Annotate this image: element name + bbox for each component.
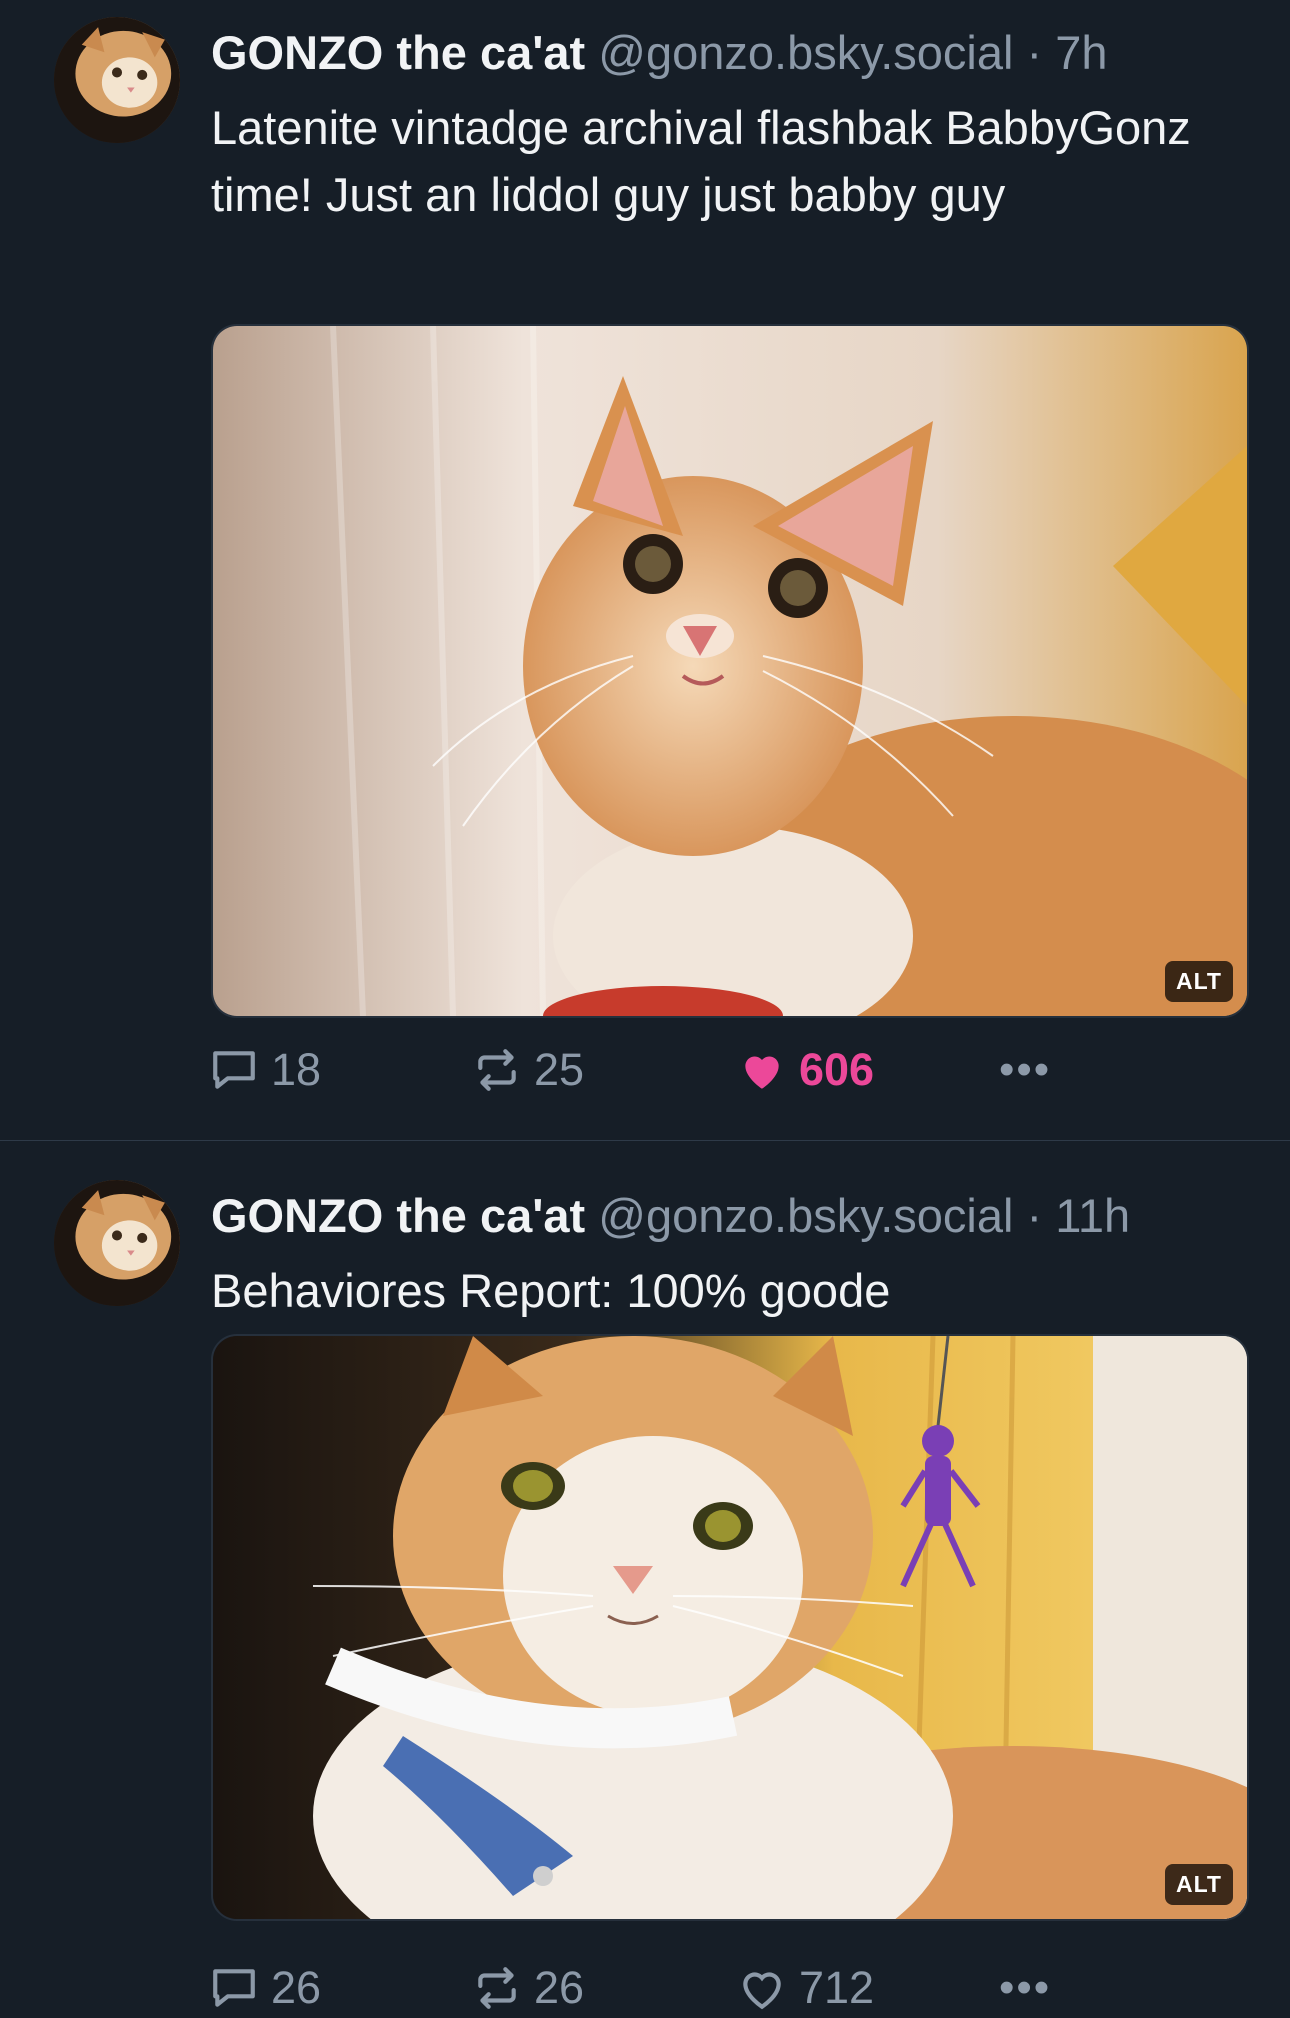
timestamp[interactable]: 11h bbox=[1055, 1189, 1130, 1242]
post-text: Latenite vintadge archival flashbak Babb… bbox=[211, 101, 1191, 221]
more-dots-icon: ••• bbox=[999, 1963, 1052, 2012]
alt-text-badge[interactable]: ALT bbox=[1164, 961, 1233, 1002]
avatar[interactable] bbox=[54, 1180, 180, 1306]
handle[interactable]: @gonzo.bsky.social bbox=[598, 1189, 1013, 1242]
like-button[interactable]: 606 bbox=[737, 1040, 874, 1100]
post-text: Behaviores Report: 100% goode bbox=[211, 1264, 891, 1317]
post-actions: 18 25 606 ••• bbox=[209, 1040, 1109, 1100]
like-count: 606 bbox=[799, 1044, 875, 1095]
repost-arrows-icon bbox=[478, 1967, 516, 2009]
display-name[interactable]: GONZO the ca'at bbox=[211, 26, 585, 79]
reply-bubble-icon bbox=[213, 1051, 255, 1089]
display-name[interactable]: GONZO the ca'at bbox=[211, 1189, 585, 1242]
repost-count: 25 bbox=[534, 1044, 585, 1095]
kitten-photo bbox=[213, 326, 1247, 1016]
alt-text-badge[interactable]: ALT bbox=[1164, 1864, 1233, 1905]
post[interactable]: GONZO the ca'at @gonzo.bsky.social · 11h… bbox=[0, 1141, 1290, 2013]
separator: · bbox=[1026, 26, 1043, 79]
timestamp[interactable]: 7h bbox=[1055, 26, 1107, 79]
reply-button[interactable]: 26 bbox=[209, 1958, 321, 2018]
post-image[interactable]: ALT bbox=[211, 1334, 1249, 1921]
cat-photo bbox=[213, 1336, 1247, 1919]
repost-arrows-icon bbox=[478, 1049, 516, 1091]
repost-button[interactable]: 26 bbox=[472, 1958, 584, 2018]
more-options-button[interactable]: ••• bbox=[999, 1958, 1051, 2018]
repost-button[interactable]: 25 bbox=[472, 1040, 584, 1100]
more-options-button[interactable]: ••• bbox=[999, 1040, 1051, 1100]
like-count: 712 bbox=[799, 1962, 875, 2013]
reply-count: 26 bbox=[271, 1962, 322, 2013]
more-dots-icon: ••• bbox=[999, 1045, 1052, 1094]
like-button[interactable]: 712 bbox=[737, 1958, 874, 2018]
post-header: GONZO the ca'at @gonzo.bsky.social · 11h bbox=[211, 1185, 1270, 1247]
heart-icon bbox=[743, 1972, 781, 2010]
avatar[interactable] bbox=[54, 17, 180, 143]
post-header: GONZO the ca'at @gonzo.bsky.social · 7h bbox=[211, 22, 1270, 84]
heart-icon bbox=[745, 1056, 779, 1089]
post-actions: 26 26 712 ••• bbox=[209, 1958, 1109, 2018]
reply-button[interactable]: 18 bbox=[209, 1040, 321, 1100]
post-image[interactable]: ALT bbox=[211, 324, 1249, 1018]
reply-count: 18 bbox=[271, 1044, 322, 1095]
reply-bubble-icon bbox=[213, 1969, 255, 2007]
post[interactable]: GONZO the ca'at @gonzo.bsky.social · 7h … bbox=[0, 0, 1290, 1141]
separator: · bbox=[1026, 1189, 1043, 1242]
handle[interactable]: @gonzo.bsky.social bbox=[598, 26, 1013, 79]
repost-count: 26 bbox=[534, 1962, 585, 2013]
